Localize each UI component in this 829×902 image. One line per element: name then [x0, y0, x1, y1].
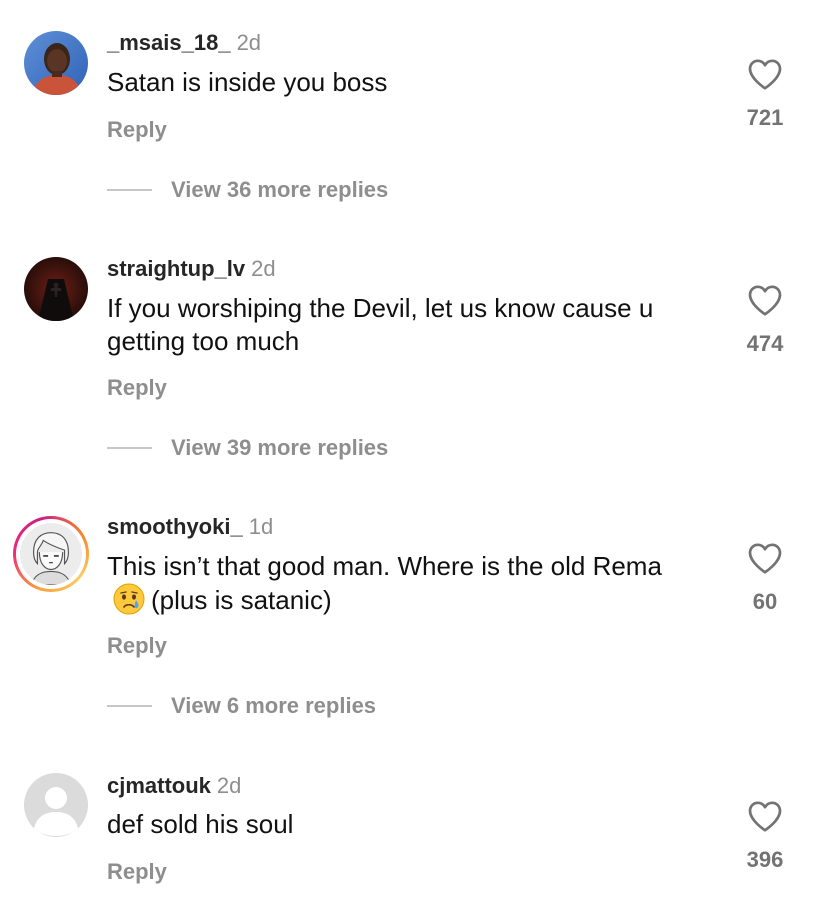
comment-header: straightup_lv 2d — [107, 256, 276, 282]
view-replies-label: View 6 more replies — [171, 693, 377, 718]
comment-header: smoothyoki_ 1d — [107, 514, 273, 540]
username[interactable]: smoothyoki_ — [107, 514, 243, 539]
avatar[interactable] — [24, 773, 88, 837]
heart-outline-icon — [748, 801, 782, 832]
timestamp: 2d — [216, 773, 242, 798]
comment-text-before-emoji: This isn’t that good man. Where is the o… — [107, 551, 662, 581]
view-replies-button[interactable]: View 36 more replies — [107, 177, 388, 203]
like-count: 396 — [746, 847, 784, 872]
username[interactable]: _msais_18_ — [107, 30, 231, 55]
comment-text: Satan is inside you boss — [107, 67, 388, 97]
reply-button[interactable]: Reply — [107, 117, 167, 143]
replies-divider — [107, 705, 152, 707]
like-count: 474 — [746, 331, 784, 356]
avatar-with-story-ring[interactable] — [13, 516, 89, 592]
avatar[interactable] — [24, 31, 88, 95]
username[interactable]: cjmattouk — [107, 773, 211, 798]
heart-outline-icon — [748, 59, 782, 90]
timestamp: 2d — [236, 30, 262, 55]
default-profile-icon — [24, 773, 88, 837]
reply-button[interactable]: Reply — [107, 375, 167, 401]
comment-text: This isn’t that good man. Where is the o… — [107, 550, 667, 617]
avatar — [20, 523, 82, 585]
view-replies-button[interactable]: View 39 more replies — [107, 435, 388, 461]
anime-sketch — [20, 523, 82, 585]
heart-outline-icon — [748, 543, 782, 574]
like-button[interactable]: 396 — [737, 799, 793, 873]
view-replies-button[interactable]: View 6 more replies — [107, 693, 376, 719]
avatar-ring-gap — [16, 519, 86, 589]
avatar[interactable] — [24, 257, 88, 321]
view-replies-label: View 36 more replies — [171, 177, 389, 202]
timestamp: 1d — [248, 514, 274, 539]
comment-text: If you worshiping the Devil, let us know… — [107, 293, 654, 356]
comment-text: def sold his soul — [107, 809, 294, 839]
username[interactable]: straightup_lv — [107, 256, 245, 281]
like-button[interactable]: 60 — [737, 541, 793, 615]
replies-divider — [107, 189, 152, 191]
dark-photo — [24, 257, 88, 321]
person-photo — [24, 31, 88, 95]
crying-face-emoji — [113, 583, 145, 615]
like-count: 60 — [752, 589, 778, 614]
like-button[interactable]: 721 — [737, 57, 793, 131]
replies-divider — [107, 447, 152, 449]
like-button[interactable]: 474 — [737, 283, 793, 357]
comment-header: _msais_18_ 2d — [107, 30, 261, 56]
reply-button[interactable]: Reply — [107, 859, 167, 885]
timestamp: 2d — [251, 256, 276, 281]
comment-text-after-emoji: (plus is satanic) — [151, 585, 332, 615]
heart-outline-icon — [748, 285, 782, 316]
comment-item: _msais_18_ 2d Satan is inside you boss Re… — [0, 0, 829, 230]
reply-button[interactable]: Reply — [107, 633, 167, 659]
comment-header: cjmattouk 2d — [107, 773, 241, 799]
view-replies-label: View 39 more replies — [171, 435, 389, 460]
like-count: 721 — [746, 105, 784, 130]
